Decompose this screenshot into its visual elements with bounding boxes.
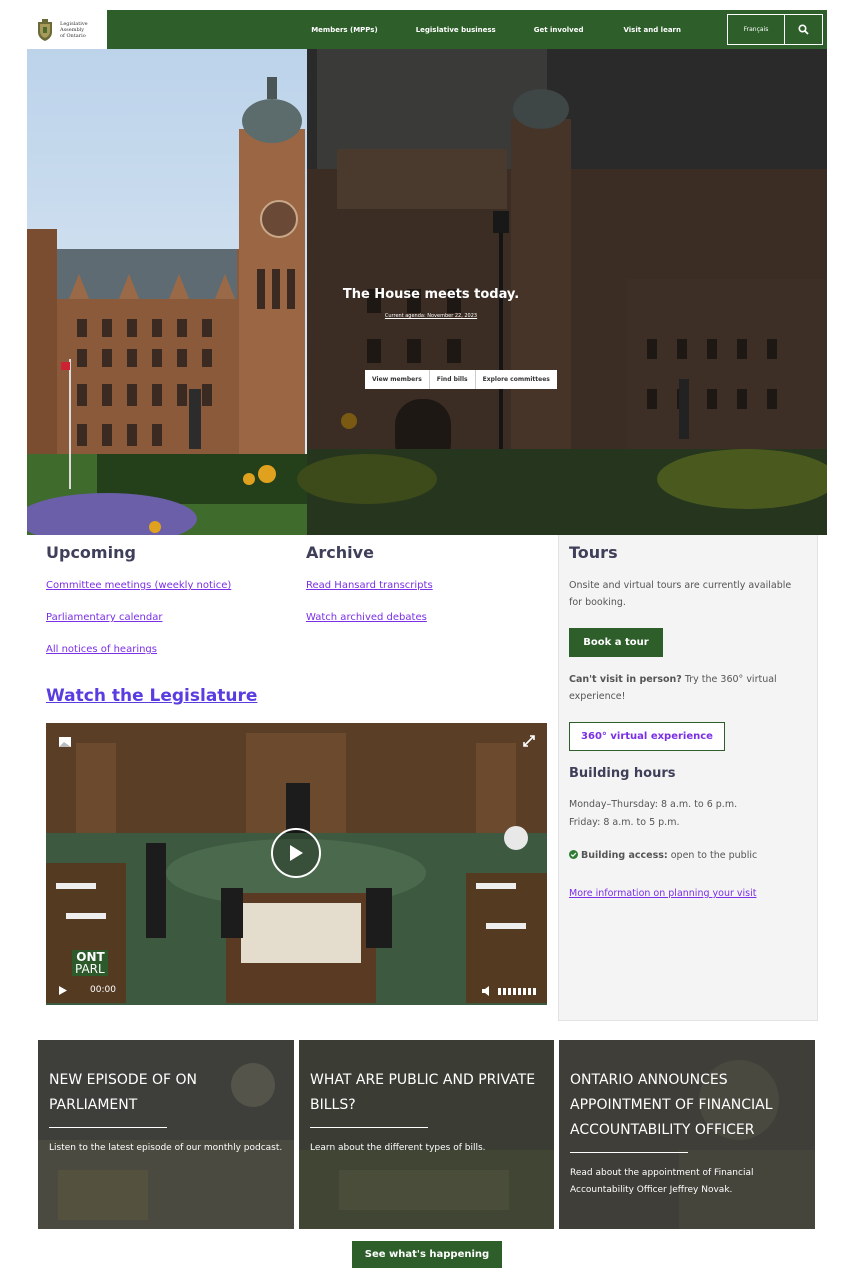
search-icon	[798, 24, 809, 35]
play-small-icon[interactable]	[58, 985, 68, 996]
card-title: NEW EPISODE OF ON PARLIAMENT	[49, 1072, 198, 1113]
tours-panel: Tours Onsite and virtual tours are curre…	[558, 535, 818, 1021]
planning-visit-link[interactable]: More information on planning your visit	[569, 885, 799, 902]
play-icon	[290, 845, 303, 861]
card-divider	[49, 1127, 167, 1128]
play-button[interactable]	[271, 828, 321, 878]
upcoming-heading: Upcoming	[46, 543, 136, 562]
language-toggle[interactable]: Français	[727, 14, 785, 45]
hero-content: The House meets today. Current agenda: N…	[27, 287, 827, 321]
hero-banner: The House meets today. Current agenda: N…	[27, 49, 827, 535]
logo-text: Legislative Assembly of Ontario	[60, 21, 88, 39]
search-button[interactable]	[785, 14, 823, 45]
logo-line: Assembly	[60, 26, 85, 33]
notices-of-hearings-link[interactable]: All notices of hearings	[46, 644, 157, 655]
tours-intro: Onsite and virtual tours are currently a…	[569, 580, 792, 608]
check-circle-icon	[569, 850, 578, 859]
building-access-text: Building access: open to the public	[569, 847, 799, 864]
access-rest: open to the public	[667, 850, 758, 861]
view-members-button[interactable]: View members	[365, 370, 430, 389]
see-whats-happening-button[interactable]: See what's happening	[352, 1241, 502, 1268]
main-nav: Members (MPPs) Legislative business Get …	[107, 10, 827, 49]
cant-visit-bold: Can't visit in person?	[569, 674, 682, 685]
book-tour-button[interactable]: Book a tour	[569, 628, 663, 657]
hero-title: The House meets today.	[342, 287, 520, 302]
logo-line: Legislative	[60, 20, 88, 27]
fullscreen-icon[interactable]	[523, 735, 535, 747]
card-content: ONTARIO ANNOUNCES APPOINTMENT OF FINANCI…	[559, 1040, 815, 1229]
hours-line-1: Monday–Thursday: 8 a.m. to 6 p.m.	[569, 799, 738, 810]
current-agenda-link[interactable]: Current agenda: November 22, 2023	[385, 313, 477, 319]
virtual-experience-button[interactable]: 360° virtual experience	[569, 722, 725, 751]
nav-legislative-business[interactable]: Legislative business	[416, 26, 496, 34]
building-hours-heading: Building hours	[569, 766, 676, 781]
card-title: ONTARIO ANNOUNCES APPOINTMENT OF FINANCI…	[570, 1072, 773, 1138]
card-on-parliament[interactable]: NEW EPISODE OF ON PARLIAMENT Listen to t…	[38, 1040, 294, 1229]
card-divider	[570, 1152, 688, 1153]
site-header: Legislative Assembly of Ontario Members …	[27, 10, 827, 49]
hero-button-group: View members Find bills Explore committe…	[365, 370, 557, 389]
card-text: Listen to the latest episode of our mont…	[49, 1143, 283, 1153]
parliamentary-calendar-link[interactable]: Parliamentary calendar	[46, 612, 162, 623]
nav-visit-and-learn[interactable]: Visit and learn	[623, 26, 681, 34]
committee-meetings-link[interactable]: Committee meetings (weekly notice)	[46, 580, 231, 591]
access-bold: Building access:	[581, 850, 668, 861]
card-content: NEW EPISODE OF ON PARLIAMENT Listen to t…	[38, 1040, 294, 1229]
card-content: WHAT ARE PUBLIC AND PRIVATE BILLS? Learn…	[299, 1040, 554, 1229]
card-title: WHAT ARE PUBLIC AND PRIVATE BILLS?	[310, 1072, 536, 1113]
card-text: Read about the appointment of Financial …	[570, 1168, 754, 1195]
watch-legislature-link[interactable]: Watch the Legislature	[46, 686, 257, 706]
find-bills-button[interactable]: Find bills	[430, 370, 476, 389]
card-divider	[310, 1127, 428, 1128]
volume-slider[interactable]	[498, 986, 536, 996]
explore-committees-button[interactable]: Explore committees	[476, 370, 557, 389]
nav-members[interactable]: Members (MPPs)	[311, 26, 378, 34]
video-player[interactable]: ONT PARL 00:00	[46, 723, 547, 1005]
card-text: Learn about the different types of bills…	[310, 1143, 486, 1153]
card-financial-officer[interactable]: ONTARIO ANNOUNCES APPOINTMENT OF FINANCI…	[559, 1040, 815, 1229]
site-logo[interactable]: Legislative Assembly of Ontario	[27, 10, 107, 49]
hansard-transcripts-link[interactable]: Read Hansard transcripts	[306, 580, 433, 591]
logo-line: of Ontario	[60, 32, 86, 39]
hours-line-2: Friday: 8 a.m. to 5 p.m.	[569, 817, 680, 828]
tours-heading: Tours	[569, 543, 618, 562]
video-time: 00:00	[90, 985, 116, 995]
crest-icon	[38, 18, 52, 41]
card-public-private-bills[interactable]: WHAT ARE PUBLIC AND PRIVATE BILLS? Learn…	[299, 1040, 554, 1229]
archived-debates-link[interactable]: Watch archived debates	[306, 612, 427, 623]
nav-get-involved[interactable]: Get involved	[534, 26, 584, 34]
ont-parl-logo: ONT PARL	[72, 950, 108, 976]
volume-icon[interactable]	[481, 986, 491, 996]
captions-icon[interactable]	[59, 737, 71, 747]
logo-bottom-text: PARL	[75, 962, 105, 976]
cant-visit-text: Can't visit in person? Try the 360° virt…	[569, 671, 799, 705]
archive-heading: Archive	[306, 543, 374, 562]
